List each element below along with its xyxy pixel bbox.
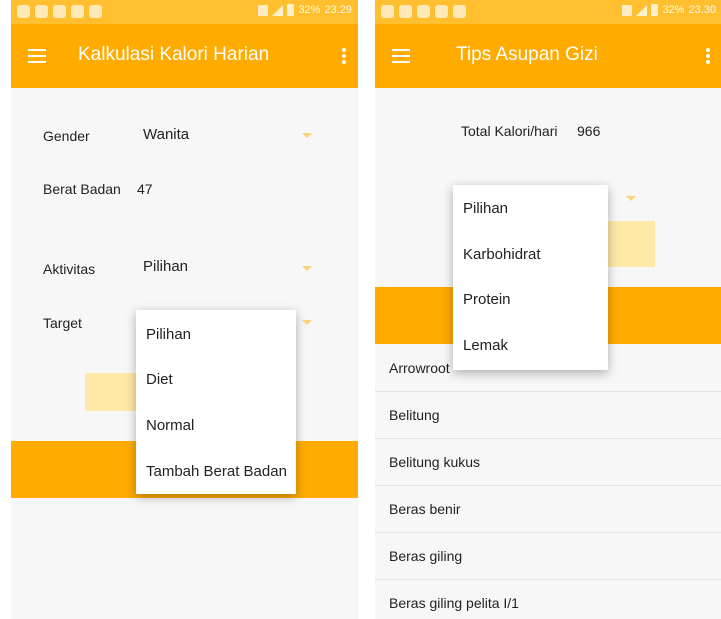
battery-percent: 32% — [662, 4, 685, 16]
status-bar: 32% 23.29 — [11, 0, 358, 24]
status-bar: 32% 23.30 — [375, 0, 721, 24]
notification-icons — [381, 5, 466, 18]
list-item[interactable]: Beras benir — [375, 486, 721, 533]
weight-input[interactable]: 47 — [137, 181, 153, 197]
notification-icon — [381, 5, 394, 18]
list-item[interactable]: Beras giling — [375, 533, 721, 580]
clock: 23.30 — [688, 4, 716, 16]
more-vert-icon[interactable] — [706, 48, 710, 64]
more-vert-icon[interactable] — [342, 48, 346, 64]
system-status: 32% 23.30 — [622, 4, 716, 16]
gender-label: Gender — [43, 128, 90, 144]
battery-icon — [287, 4, 295, 16]
app-toolbar: Tips Asupan Gizi — [375, 24, 721, 88]
total-calorie-label: Total Kalori/hari — [461, 123, 558, 139]
category-option-karbohidrat[interactable]: Karbohidrat — [463, 246, 541, 263]
notification-icon — [435, 5, 448, 18]
notification-icon — [71, 5, 84, 18]
total-calorie-value: 966 — [577, 123, 601, 139]
category-dropdown: Pilihan Karbohidrat Protein Lemak — [453, 185, 608, 370]
target-option-tambah-berat-badan[interactable]: Tambah Berat Badan — [146, 463, 287, 480]
notification-icon — [399, 5, 412, 18]
battery-icon — [651, 4, 659, 16]
caret-down-icon — [626, 196, 636, 201]
notification-icon — [17, 5, 30, 18]
hamburger-icon[interactable] — [392, 49, 410, 63]
weight-label: Berat Badan — [43, 181, 121, 197]
signal-icon — [272, 4, 284, 16]
battery-percent: 32% — [298, 4, 321, 16]
clock: 23.29 — [324, 4, 352, 16]
notification-icon — [89, 5, 102, 18]
signal-icon — [636, 4, 648, 16]
left-screen: 32% 23.29 Kalkulasi Kalori Harian Gender… — [11, 0, 358, 619]
gender-spinner[interactable]: Wanita — [143, 126, 189, 143]
bluetooth-icon — [258, 4, 269, 16]
notification-icons — [17, 5, 102, 18]
activity-spinner[interactable]: Pilihan — [143, 258, 188, 275]
right-screen: 32% 23.30 Tips Asupan Gizi Total Kalori/… — [375, 0, 721, 619]
caret-down-icon — [302, 320, 312, 325]
list-item[interactable]: Belitung — [375, 392, 721, 439]
notification-icon — [453, 5, 466, 18]
show-tips-button[interactable] — [600, 221, 655, 267]
toolbar-title: Kalkulasi Kalori Harian — [78, 44, 270, 65]
category-option-lemak[interactable]: Lemak — [463, 337, 508, 354]
notification-icon — [417, 5, 430, 18]
notification-icon — [35, 5, 48, 18]
target-dropdown: Pilihan Diet Normal Tambah Berat Badan — [136, 310, 296, 494]
target-label: Target — [43, 315, 82, 331]
bluetooth-icon — [622, 4, 633, 16]
caret-down-icon — [302, 266, 312, 271]
category-option-protein[interactable]: Protein — [463, 291, 511, 308]
app-toolbar: Kalkulasi Kalori Harian — [11, 24, 358, 88]
target-option-normal[interactable]: Normal — [146, 417, 194, 434]
notification-icon — [53, 5, 66, 18]
category-option-pilihan[interactable]: Pilihan — [463, 200, 508, 217]
activity-label: Aktivitas — [43, 261, 96, 277]
target-option-pilihan[interactable]: Pilihan — [146, 326, 191, 343]
system-status: 32% 23.29 — [258, 4, 352, 16]
list-item[interactable]: Beras giling pelita I/1 — [375, 580, 721, 619]
toolbar-title: Tips Asupan Gizi — [456, 44, 598, 65]
hamburger-icon[interactable] — [28, 49, 46, 63]
caret-down-icon — [302, 133, 312, 138]
list-item[interactable]: Belitung kukus — [375, 439, 721, 486]
target-option-diet[interactable]: Diet — [146, 371, 173, 388]
